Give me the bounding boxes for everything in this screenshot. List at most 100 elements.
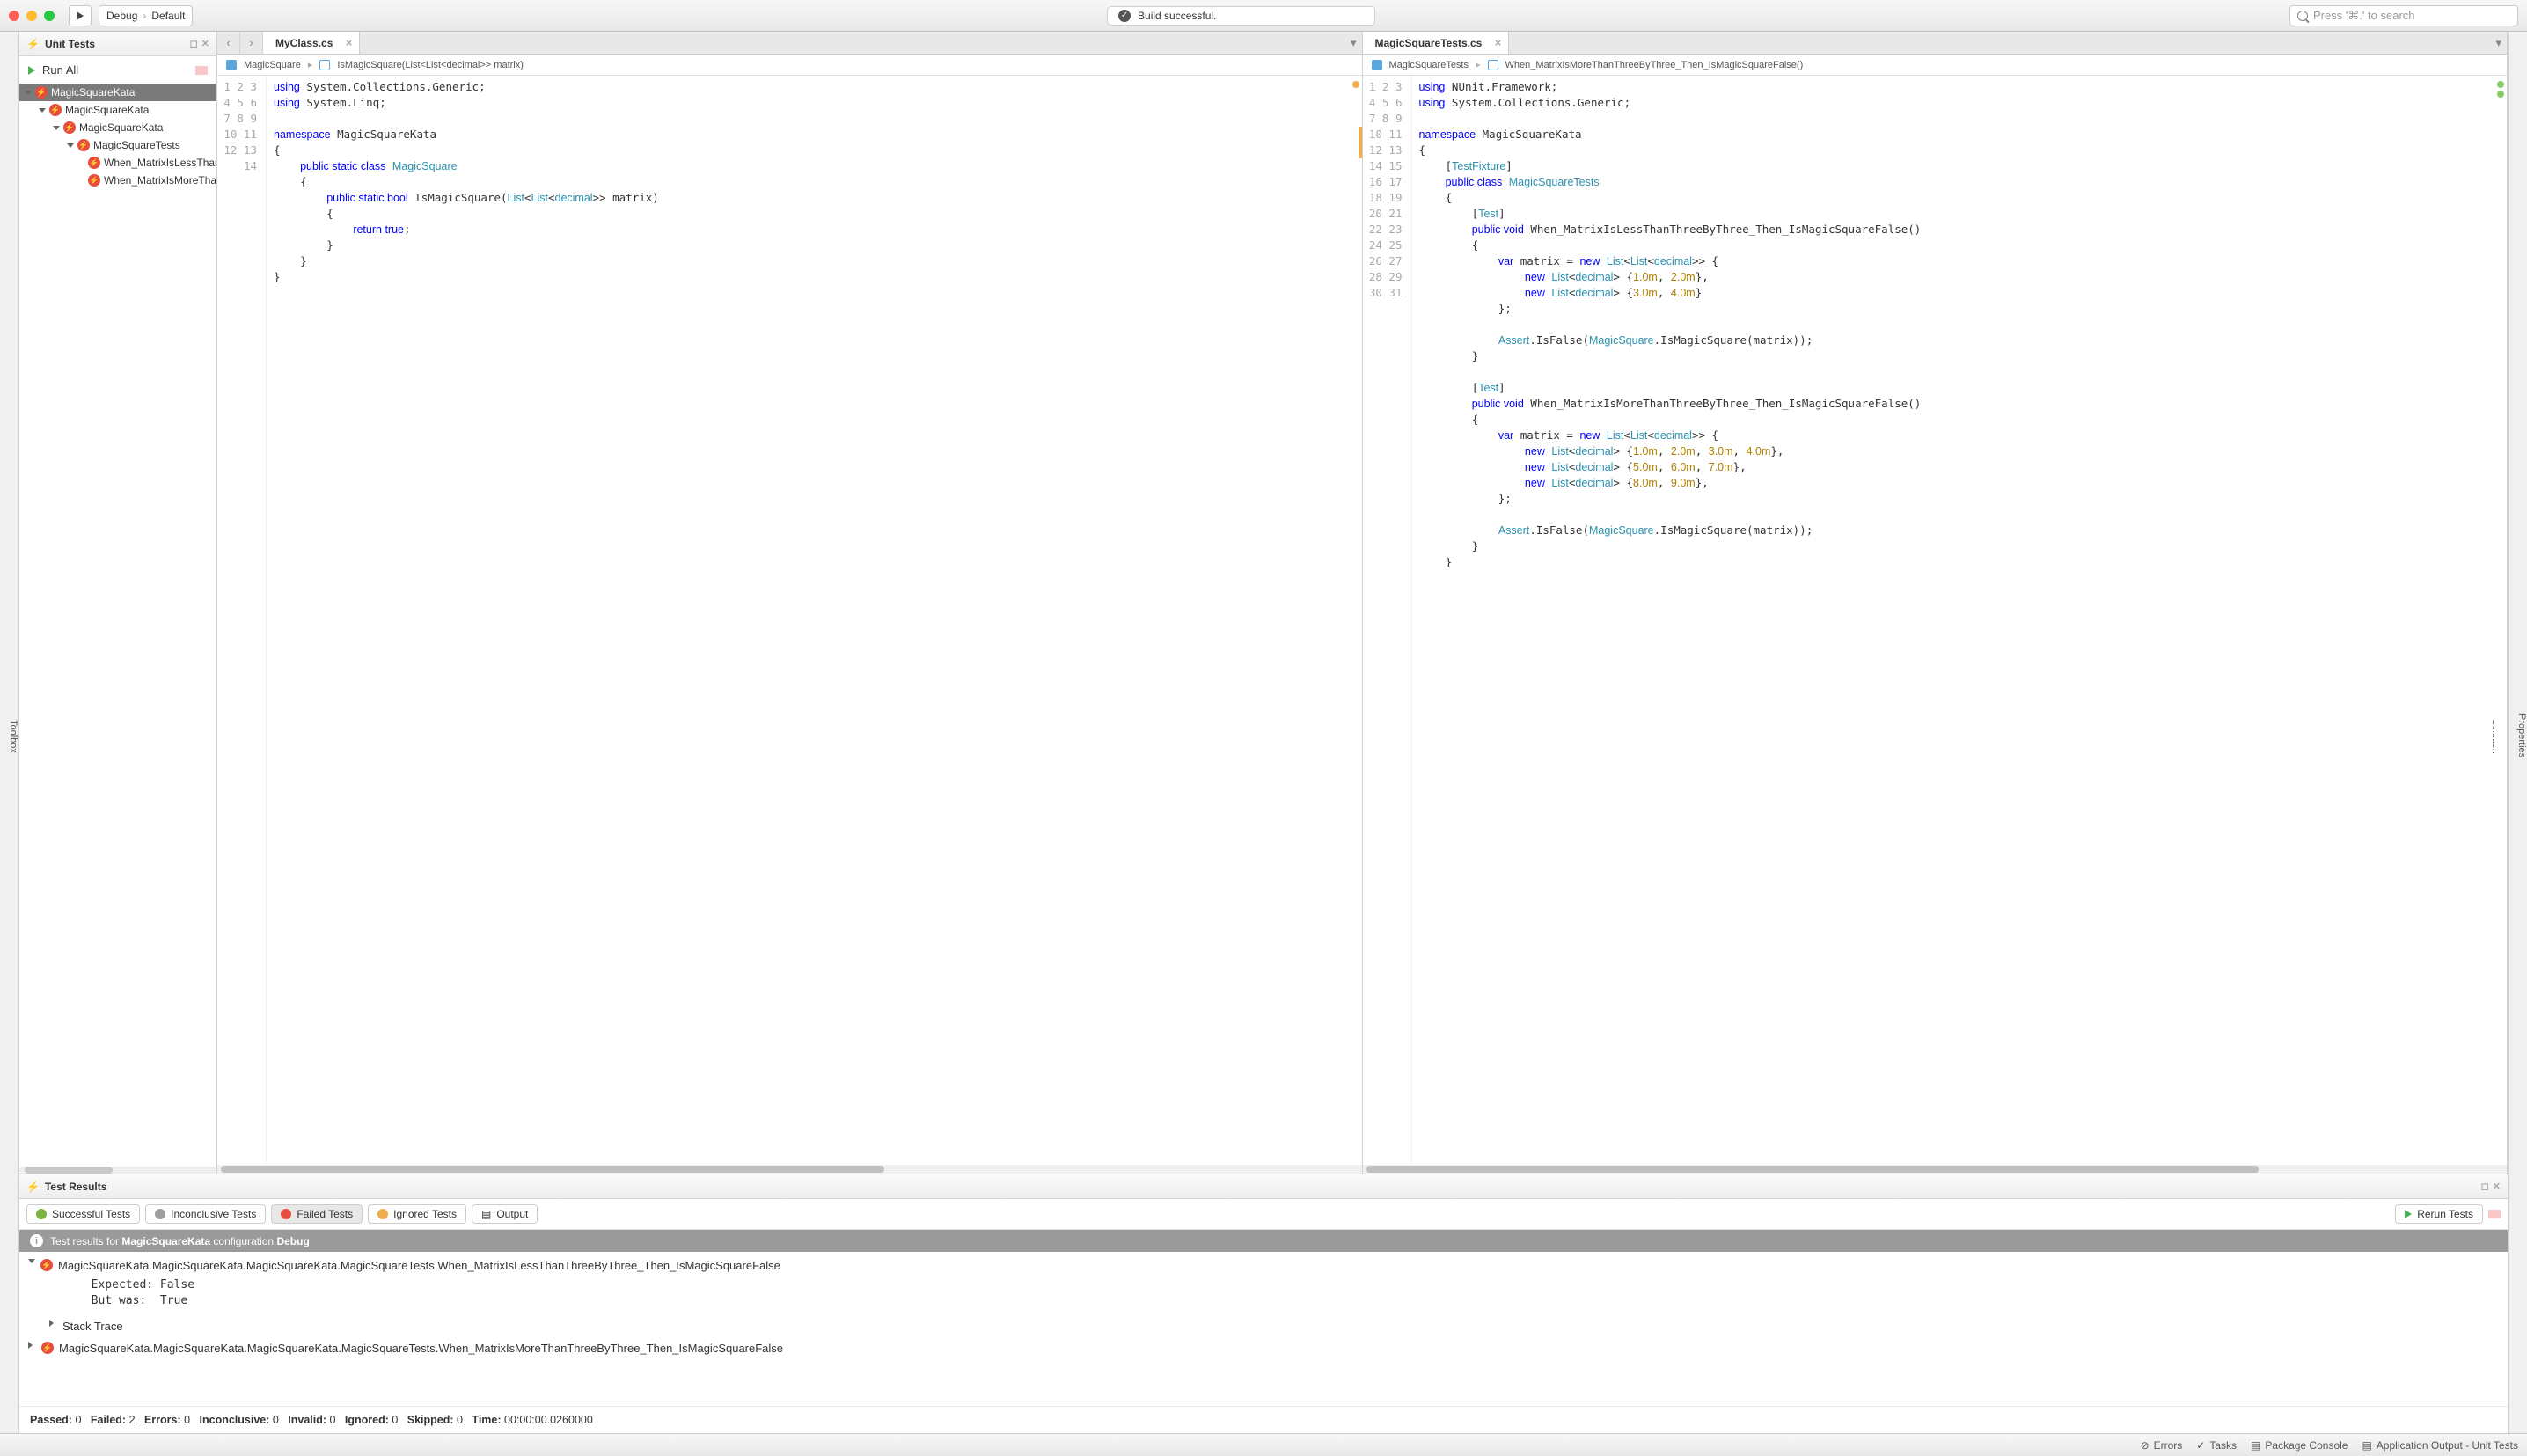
config-selector[interactable]: Debug › Default [99,5,193,26]
results-list: ⚡MagicSquareKata.MagicSquareKata.MagicSq… [19,1252,2508,1406]
change-marker [1359,127,1362,158]
run-all-button[interactable]: Run All [19,56,216,84]
config-label: Debug [106,10,137,22]
warning-marker-icon[interactable] [1352,81,1359,88]
code-left[interactable]: using System.Collections.Generic; using … [267,76,1350,1165]
check-icon: ✓ [1118,10,1131,22]
result-row[interactable]: ⚡MagicSquareKata.MagicSquareKata.MagicSq… [28,1257,2499,1274]
run-button[interactable] [69,5,92,26]
code-area-right[interactable]: 1 2 3 4 5 6 7 8 9 10 11 12 13 14 15 16 1… [1363,76,2508,1165]
search-icon [2297,11,2308,21]
window-controls [9,11,55,21]
close-tab-icon[interactable]: × [1495,36,1502,49]
result-detail: Expected: False But was: True [77,1274,2499,1318]
nav-back-button[interactable]: ‹ [217,32,240,54]
success-dot-icon [36,1209,47,1219]
failed-dot-icon [281,1209,291,1219]
tree-node-test1[interactable]: ⚡When_MatrixIsLessThanThreeByThree_Then_… [19,154,216,172]
filter-output[interactable]: ▤Output [472,1204,538,1224]
stack-trace-row[interactable]: Stack Trace [49,1318,2499,1335]
output-icon: ▤ [2362,1439,2371,1452]
tests-scrollbar[interactable] [19,1167,216,1174]
play-green-icon [28,66,35,75]
status-package-console[interactable]: ▤Package Console [2251,1439,2348,1452]
result-row[interactable]: ⚡MagicSquareKata.MagicSquareKata.MagicSq… [28,1340,2499,1357]
search-placeholder: Press '⌘.' to search [2313,9,2415,23]
stop-icon[interactable] [195,66,208,75]
properties-tab[interactable]: Properties [2516,713,2527,757]
method-icon [1488,60,1498,70]
filter-ignored[interactable]: Ignored Tests [368,1204,466,1224]
breadcrumb-right[interactable]: MagicSquareTests ▸ When_MatrixIsMoreThan… [1363,55,2508,76]
unit-tests-title: Unit Tests [45,38,95,50]
stop-icon[interactable] [2488,1210,2501,1218]
close-panel-icon[interactable]: ✕ [2493,1181,2501,1192]
fail-icon: ⚡ [40,1259,53,1271]
check-icon: ✓ [2196,1439,2205,1452]
ok-marker-icon[interactable] [2497,91,2504,98]
output-icon: ▤ [481,1208,491,1220]
nav-fwd-button[interactable]: › [240,32,263,54]
build-status-pill[interactable]: ✓ Build successful. [1107,6,1375,26]
results-header: ⚡ Test Results ◻ ✕ [19,1174,2508,1199]
tree-node-test2[interactable]: ⚡When_MatrixIsMoreThanThreeByThree_Then_… [19,172,216,189]
tree-node-root[interactable]: ⚡MagicSquareKata [19,84,216,101]
filter-inconclusive[interactable]: Inconclusive Tests [145,1204,266,1224]
tab-myclass[interactable]: MyClass.cs× [263,32,360,54]
fail-icon: ⚡ [41,1342,54,1354]
hscroll-left[interactable] [217,1165,1362,1174]
close-tab-icon[interactable]: × [346,36,353,49]
results-stats: Passed: 0 Failed: 2 Errors: 0 Inconclusi… [19,1406,2508,1433]
bolt-icon: ⚡ [26,38,40,50]
tests-tree: ⚡MagicSquareKata ⚡MagicSquareKata ⚡Magic… [19,84,216,1163]
test-results-panel: ⚡ Test Results ◻ ✕ Successful Tests Incon… [19,1174,2508,1433]
class-icon [1372,60,1382,70]
dock-icon[interactable]: ◻ [190,38,198,49]
tree-node-l3[interactable]: ⚡MagicSquareTests [19,136,216,154]
editor-left: ‹ › MyClass.cs× ▾ MagicSquare ▸ IsMagicS… [217,32,1363,1174]
rerun-button[interactable]: Rerun Tests [2395,1204,2483,1224]
play-green-icon [2405,1210,2412,1218]
hscroll-right[interactable] [1363,1165,2508,1174]
editor-right: MagicSquareTests.cs× ▾ MagicSquareTests … [1363,32,2509,1174]
tab-magicsquaretests[interactable]: MagicSquareTests.cs× [1363,32,1510,54]
code-right[interactable]: using NUnit.Framework; using System.Coll… [1412,76,2495,1165]
tree-node-l2[interactable]: ⚡MagicSquareKata [19,119,216,136]
chevron-down-icon[interactable] [28,1259,35,1263]
chevron-right-icon[interactable] [49,1320,57,1327]
results-title: Test Results [45,1181,106,1193]
inconclusive-dot-icon [155,1209,165,1219]
status-tasks[interactable]: ✓Tasks [2196,1439,2237,1452]
tree-node-l1[interactable]: ⚡MagicSquareKata [19,101,216,119]
ok-marker-icon[interactable] [2497,81,2504,88]
console-icon: ▤ [2251,1439,2260,1452]
unit-tests-panel: ⚡ Unit Tests ◻✕ Run All ⚡MagicSquareKata… [19,32,217,1174]
bolt-icon: ⚡ [26,1181,40,1193]
play-icon [77,11,84,20]
tab-dropdown-icon[interactable]: ▾ [1351,36,1357,50]
dock-icon[interactable]: ◻ [2481,1181,2489,1192]
marker-strip-left [1350,76,1362,1165]
code-area-left[interactable]: 1 2 3 4 5 6 7 8 9 10 11 12 13 14 using S… [217,76,1362,1165]
minimize-window-icon[interactable] [26,11,37,21]
global-search[interactable]: Press '⌘.' to search [2289,5,2518,26]
error-icon: ⊘ [2141,1439,2150,1452]
results-filters: Successful Tests Inconclusive Tests Fail… [19,1199,2508,1230]
chevron-right-icon[interactable] [28,1342,36,1349]
close-panel-icon[interactable]: ✕ [201,38,209,49]
ignored-dot-icon [377,1209,388,1219]
status-errors[interactable]: ⊘Errors [2141,1439,2183,1452]
gutter-right: 1 2 3 4 5 6 7 8 9 10 11 12 13 14 15 16 1… [1363,76,1412,1165]
build-status-area: ✓ Build successful. [200,6,2282,26]
filter-failed[interactable]: Failed Tests [271,1204,363,1224]
status-app-output[interactable]: ▤Application Output - Unit Tests [2362,1439,2518,1452]
marker-strip-right [2494,76,2507,1165]
tab-dropdown-icon[interactable]: ▾ [2495,36,2501,50]
maximize-window-icon[interactable] [44,11,55,21]
toolbox-tab[interactable]: Toolbox [8,720,18,753]
breadcrumb-left[interactable]: MagicSquare ▸ IsMagicSquare(List<List<de… [217,55,1362,76]
filter-successful[interactable]: Successful Tests [26,1204,140,1224]
right-rail: Properties Solution [2508,32,2527,1433]
results-info-bar: i Test results for MagicSquareKata confi… [19,1230,2508,1252]
close-window-icon[interactable] [9,11,19,21]
